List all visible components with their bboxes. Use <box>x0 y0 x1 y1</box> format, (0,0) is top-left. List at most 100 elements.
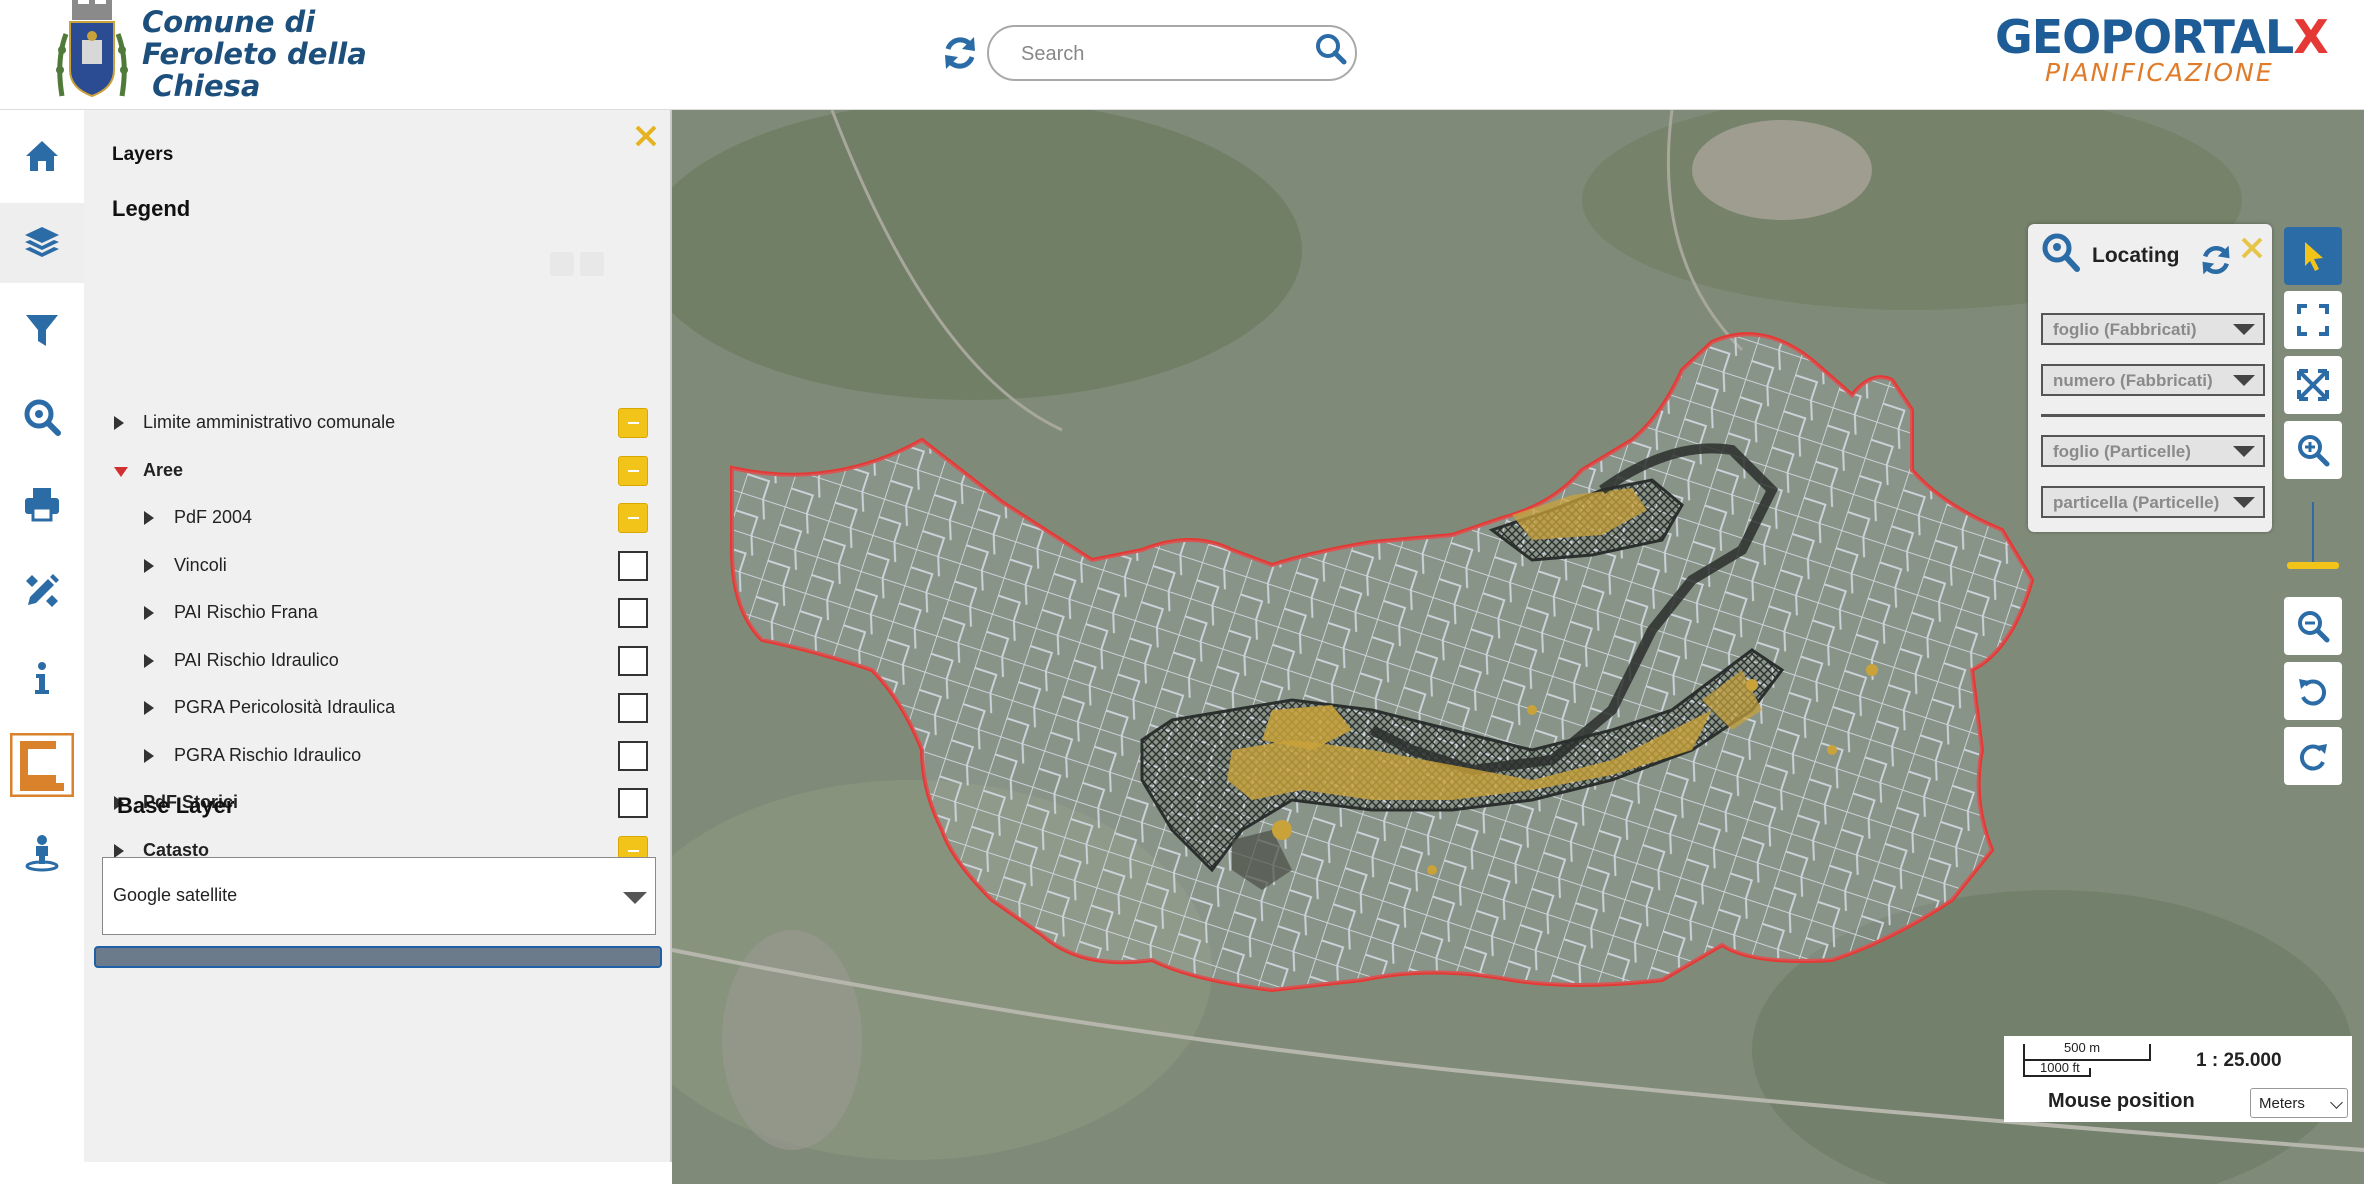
filter-button[interactable] <box>0 290 84 370</box>
foglio-fabbricati-select[interactable]: foglio (Fabbricati) <box>2041 313 2265 345</box>
zoom-out-icon <box>2298 611 2330 643</box>
info-icon <box>35 662 49 694</box>
caret-right-icon[interactable] <box>144 606 154 620</box>
chevron-down-icon <box>2233 375 2255 386</box>
side-navigation <box>0 110 84 1184</box>
layer-row[interactable]: Vincoli <box>84 545 672 589</box>
zoom-in-button[interactable] <box>2284 421 2342 479</box>
layers-button[interactable] <box>0 203 84 283</box>
home-icon <box>26 141 58 171</box>
layer-row[interactable]: PGRA Rischio Idraulico <box>84 735 672 779</box>
layer-label: PGRA Pericolosità Idraulica <box>174 697 396 717</box>
print-icon <box>25 488 59 522</box>
select-label: numero (Fabbricati) <box>2053 371 2213 390</box>
layer-visibility-checkbox[interactable] <box>618 503 648 533</box>
layers-panel: Layers Legend Limite amministrativo comu… <box>84 110 672 1162</box>
location-person-button[interactable] <box>0 812 84 892</box>
title-line-2: Feroleto della <box>142 37 367 71</box>
caret-down-icon[interactable] <box>114 466 128 477</box>
municipality-title: Comune di Feroleto della Chiesa <box>142 6 367 102</box>
particella-particelle-select[interactable]: particella (Particelle) <box>2041 486 2265 518</box>
nemea-button[interactable] <box>0 725 84 805</box>
layer-row[interactable]: PAI Rischio Frana <box>84 592 672 636</box>
home-button[interactable] <box>0 116 84 196</box>
layer-visibility-checkbox[interactable] <box>618 693 648 723</box>
tab-legend[interactable]: Legend <box>112 196 190 222</box>
search-input[interactable] <box>1019 37 1293 71</box>
search-box <box>987 25 1357 81</box>
zoom-in-icon <box>2298 435 2330 467</box>
layer-visibility-checkbox[interactable] <box>618 598 648 628</box>
redo-button[interactable] <box>2284 727 2342 785</box>
search-zoom-button[interactable] <box>0 377 84 457</box>
caret-right-icon[interactable] <box>144 558 154 573</box>
layer-row[interactable]: PGRA Pericolosità Idraulica <box>84 687 672 731</box>
municipal-crest-logo <box>56 0 128 98</box>
layer-visibility-checkbox[interactable] <box>618 788 648 818</box>
print-button[interactable] <box>0 464 84 544</box>
panel-mini-button-1[interactable] <box>550 252 574 276</box>
layer-visibility-checkbox[interactable] <box>618 645 648 676</box>
close-icon[interactable] <box>2238 234 2266 262</box>
locating-panel: Locating foglio (Fabbricati) numero (Fab… <box>2028 224 2272 532</box>
units-select[interactable]: Meters <box>2250 1088 2348 1118</box>
layer-opacity-slider[interactable] <box>94 946 662 968</box>
base-layer-title: Base Layer <box>117 793 235 818</box>
caret-right-icon[interactable] <box>144 511 154 525</box>
caret-right-icon[interactable] <box>144 748 154 763</box>
locating-title: Locating <box>2092 244 2180 267</box>
layer-label: Vincoli <box>174 554 227 575</box>
zoom-out-button[interactable] <box>2284 597 2342 655</box>
zoom-extent-icon <box>2297 369 2329 401</box>
scale-and-position-box: 500 m 1000 ft 1 : 25.000 Mouse position … <box>2004 1036 2352 1122</box>
draw-tools-button[interactable] <box>0 551 84 631</box>
caret-right-icon[interactable] <box>114 416 124 430</box>
base-layer-value: Google satellite <box>113 885 238 905</box>
close-icon[interactable] <box>632 122 660 150</box>
layer-label: PGRA Rischio Idraulico <box>174 744 362 765</box>
fullscreen-button[interactable] <box>2284 291 2342 349</box>
locate-search-icon <box>2042 233 2080 272</box>
tab-layers[interactable]: Layers <box>112 144 173 166</box>
chevron-down-icon <box>2233 324 2255 335</box>
layer-visibility-checkbox[interactable] <box>618 408 648 438</box>
scale-metric: 500 m <box>2064 1040 2101 1055</box>
undo-icon <box>2299 679 2327 706</box>
layer-label: Limite amministrativo comunale <box>143 412 396 432</box>
caret-right-icon[interactable] <box>144 653 154 668</box>
select-label: particella (Particelle) <box>2053 493 2220 512</box>
layer-visibility-checkbox[interactable] <box>618 740 648 771</box>
zoom-extent-button[interactable] <box>2284 356 2342 414</box>
numero-fabbricati-select[interactable]: numero (Fabbricati) <box>2041 364 2265 396</box>
refresh-icon[interactable] <box>2198 242 2234 278</box>
search-icon[interactable] <box>1311 30 1351 70</box>
fullscreen-icon <box>2297 304 2329 336</box>
search-zoom-icon <box>24 399 61 436</box>
scale-ratio: 1 : 25.000 <box>2196 1050 2282 1071</box>
select-label: foglio (Fabbricati) <box>2053 320 2197 339</box>
app-header: Comune di Feroleto della Chiesa GEOPORTA… <box>0 0 2364 110</box>
chevron-down-icon <box>2233 497 2255 508</box>
base-layer-select[interactable]: Google satellite <box>102 857 656 935</box>
refresh-icon[interactable] <box>940 33 980 73</box>
caret-right-icon[interactable] <box>144 701 154 715</box>
foglio-particelle-select[interactable]: foglio (Particelle) <box>2041 435 2265 467</box>
layer-row[interactable]: PdF 2004 <box>84 497 672 541</box>
info-button[interactable] <box>0 638 84 718</box>
caret-right-icon[interactable] <box>114 843 124 858</box>
chevron-down-icon <box>623 892 647 904</box>
zoom-slider[interactable] <box>2284 502 2342 592</box>
layer-row[interactable]: Limite amministrativo comunale <box>84 402 672 446</box>
layer-row[interactable]: Aree <box>84 450 672 494</box>
title-line-1: Comune di <box>142 5 316 39</box>
layer-visibility-checkbox[interactable] <box>618 550 648 581</box>
layer-visibility-checkbox[interactable] <box>618 455 648 486</box>
select-tool-button[interactable] <box>2284 227 2342 285</box>
chevron-down-icon <box>2330 1096 2343 1109</box>
layer-row[interactable]: PAI Rischio Idraulico <box>84 640 672 684</box>
layer-label: PdF 2004 <box>174 507 253 527</box>
panel-mini-button-2[interactable] <box>580 252 604 276</box>
layer-label: PAI Rischio Idraulico <box>174 649 339 670</box>
select-pointer-icon <box>2305 242 2323 271</box>
undo-button[interactable] <box>2284 662 2342 720</box>
